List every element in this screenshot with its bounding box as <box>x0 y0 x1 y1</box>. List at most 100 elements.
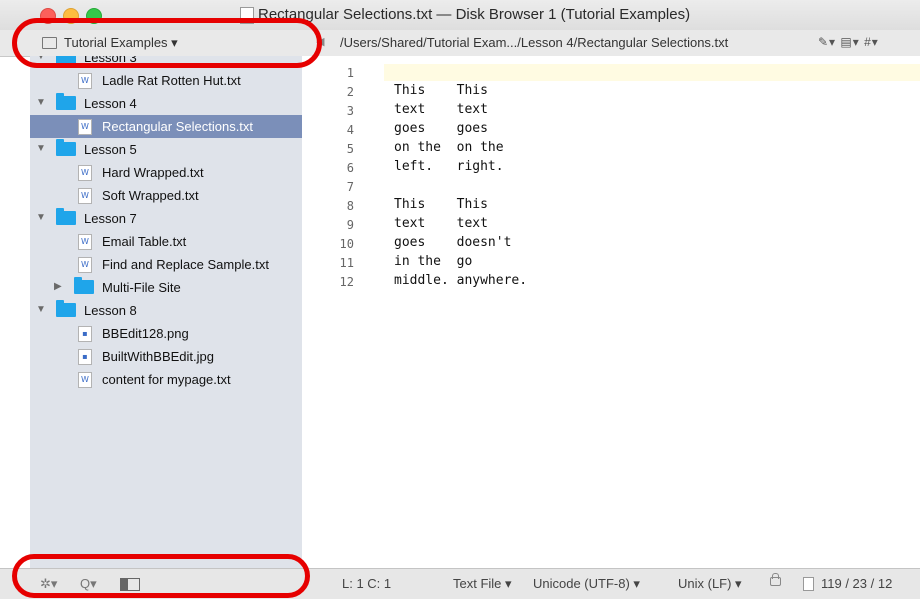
editor-text-line[interactable]: on the on the <box>394 140 504 155</box>
zoom-window-button[interactable] <box>86 8 102 24</box>
sidebar-item-label: Lesson 8 <box>84 303 137 318</box>
disclosure-expanded-icon[interactable]: ▼ <box>36 304 46 315</box>
folder-icon <box>56 56 76 64</box>
sidebar-item-label: Lesson 3 <box>84 56 137 65</box>
sidebar-item-label: Lesson 4 <box>84 96 137 111</box>
toggle-sidebar-icon[interactable] <box>120 578 140 591</box>
sidebar-item-label: Soft Wrapped.txt <box>102 188 199 203</box>
text-file-icon: W <box>78 188 92 204</box>
sidebar-file-row[interactable]: W Find and Replace Sample.txt <box>30 253 302 276</box>
sidebar-item-label: Find and Replace Sample.txt <box>102 257 269 272</box>
line-number: 10 <box>339 237 354 251</box>
line-number-gutter: 1 2 3 4 5 6 7 8 9 10 11 12 <box>302 56 385 568</box>
line-number: 8 <box>346 199 354 213</box>
line-number: 11 <box>339 256 354 270</box>
disclosure-expanded-icon[interactable]: ▼ <box>36 56 46 62</box>
search-menu-icon[interactable]: Q▾ <box>80 576 97 592</box>
previous-document-arrow[interactable]: ◀ <box>316 35 324 48</box>
title-bar: Rectangular Selections.txt — Disk Browse… <box>0 0 920 30</box>
image-file-icon: ▪ <box>78 349 92 365</box>
sidebar-file-row[interactable]: W Rectangular Selections.txt <box>30 115 302 138</box>
sidebar-item-label: Rectangular Selections.txt <box>102 119 254 134</box>
close-window-button[interactable] <box>40 8 56 24</box>
disclosure-expanded-icon[interactable]: ▼ <box>36 212 46 223</box>
editor-text-line[interactable]: goes goes <box>394 121 488 136</box>
line-number: 6 <box>346 161 354 175</box>
editor-text-line[interactable]: middle. anywhere. <box>394 273 527 288</box>
sidebar-file-row[interactable]: ▪ BBEdit128.png <box>30 322 302 345</box>
current-line-highlight <box>384 64 920 81</box>
sidebar-file-row[interactable]: W Soft Wrapped.txt <box>30 184 302 207</box>
sidebar-item-label: Multi-File Site <box>102 280 181 295</box>
folder-icon <box>56 300 76 317</box>
encoding-popup[interactable]: Unicode (UTF-8) ▾ <box>533 576 640 592</box>
lock-icon[interactable] <box>770 573 781 586</box>
sidebar-folder-row[interactable]: ▼ Lesson 8 <box>30 299 302 322</box>
sidebar-item-label: content for mypage.txt <box>102 372 231 387</box>
navigation-bar: Tutorial Examples ▾ ◀ /Users/Shared/Tuto… <box>0 30 920 57</box>
line-number: 7 <box>346 180 354 194</box>
editor-text-line[interactable]: text text <box>394 102 488 117</box>
folder-icon <box>56 208 76 225</box>
sidebar-folder-row[interactable]: ▼ Lesson 5 <box>30 138 302 161</box>
language-popup[interactable]: Text File ▾ <box>453 576 512 592</box>
text-editor[interactable]: This This text text goes goes on the on the… <box>384 56 920 568</box>
sidebar-folder-row[interactable]: ▼ Lesson 7 <box>30 207 302 230</box>
editor-text-line[interactable]: left. right. <box>394 159 504 174</box>
sidebar-item-label: BuiltWithBBEdit.jpg <box>102 349 214 364</box>
sidebar-item-label: BBEdit128.png <box>102 326 189 341</box>
sidebar-item-label: Ladle Rat Rotten Hut.txt <box>102 73 241 88</box>
bbedit-window: Rectangular Selections.txt — Disk Browse… <box>0 0 920 599</box>
text-file-icon: W <box>78 257 92 273</box>
document-proxy-icon[interactable] <box>240 7 254 24</box>
minimize-window-button[interactable] <box>63 8 79 24</box>
status-bar: ✲▾ Q▾ L: 1 C: 1 Text File ▾ Unicode (UTF… <box>0 568 920 599</box>
line-number: 9 <box>346 218 354 232</box>
disclosure-expanded-icon[interactable]: ▼ <box>36 97 46 108</box>
editor-text-line[interactable]: text text <box>394 216 488 231</box>
sidebar-item-label: Lesson 5 <box>84 142 137 157</box>
line-number: 4 <box>346 123 354 137</box>
disclosure-collapsed-icon[interactable]: ▶ <box>54 281 62 292</box>
editor-text-line[interactable]: in the go <box>394 254 472 269</box>
document-counts[interactable]: 119 / 23 / 12 <box>821 576 892 591</box>
folder-icon <box>42 37 57 49</box>
sidebar-folder-row[interactable]: ▶ Multi-File Site <box>30 276 302 299</box>
text-file-icon: W <box>78 372 92 388</box>
sidebar-item-label: Hard Wrapped.txt <box>102 165 204 180</box>
text-file-icon: W <box>78 73 92 89</box>
line-number: 1 <box>346 66 354 80</box>
text-file-icon: W <box>78 234 92 250</box>
folder-popup-menu[interactable]: Tutorial Examples ▾ <box>64 35 178 51</box>
gear-menu-icon[interactable]: ✲▾ <box>40 576 57 592</box>
image-file-icon: ▪ <box>78 326 92 342</box>
cursor-position[interactable]: L: 1 C: 1 <box>342 576 391 591</box>
editor-text-line[interactable]: This This <box>394 197 488 212</box>
sidebar-file-row[interactable]: W Email Table.txt <box>30 230 302 253</box>
file-path-popup[interactable]: /Users/Shared/Tutorial Exam.../Lesson 4/… <box>340 35 728 50</box>
document-stats-icon <box>803 577 814 591</box>
sidebar-file-row[interactable]: W Ladle Rat Rotten Hut.txt <box>30 69 302 92</box>
folder-icon <box>74 277 94 294</box>
sidebar-file-row[interactable]: W Hard Wrapped.txt <box>30 161 302 184</box>
sidebar-file-row[interactable]: Wcontent for mypage.txt <box>30 368 302 391</box>
text-file-icon: W <box>78 119 92 135</box>
folder-icon <box>56 139 76 156</box>
line-endings-popup[interactable]: Unix (LF) ▾ <box>678 576 742 592</box>
line-number: 3 <box>346 104 354 118</box>
nav-tools-menus[interactable]: ✎▾ ▤▾ #▾ <box>818 35 879 49</box>
editor-text-line[interactable]: This This <box>394 83 488 98</box>
line-number: 5 <box>346 142 354 156</box>
sidebar-item-label: Lesson 7 <box>84 211 137 226</box>
disclosure-expanded-icon[interactable]: ▼ <box>36 143 46 154</box>
sidebar-folder-row[interactable]: ▼ Lesson 4 <box>30 92 302 115</box>
window-title: Rectangular Selections.txt — Disk Browse… <box>258 6 691 23</box>
text-file-icon: W <box>78 165 92 181</box>
line-number: 12 <box>339 275 354 289</box>
sidebar-item-label: Email Table.txt <box>102 234 187 249</box>
sidebar-file-row[interactable]: ▪ BuiltWithBBEdit.jpg <box>30 345 302 368</box>
editor-text-line[interactable]: goes doesn't <box>394 235 511 250</box>
file-sidebar: ▼ Lesson 3 W Ladle Rat Rotten Hut.txt ▼ Lesso… <box>30 56 303 568</box>
folder-icon <box>56 93 76 110</box>
sidebar-folder-row[interactable]: ▼ Lesson 3 <box>30 56 302 69</box>
